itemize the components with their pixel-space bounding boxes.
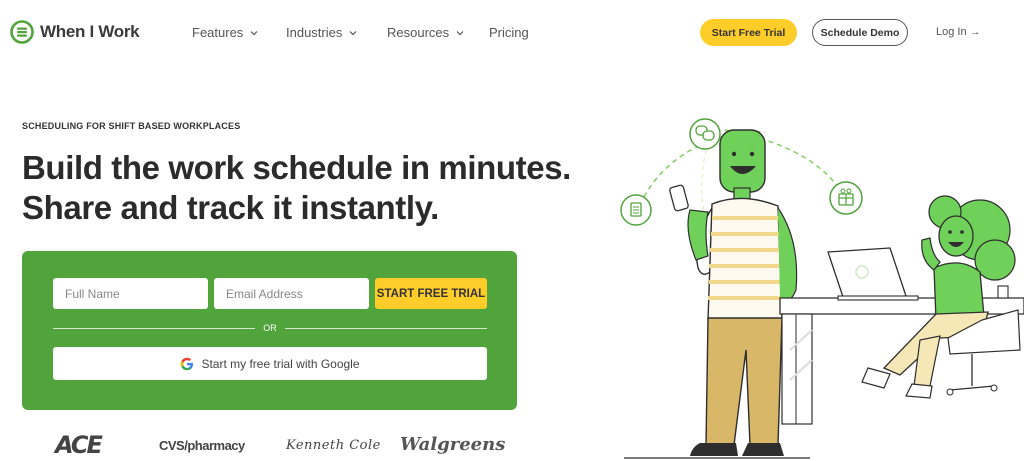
document-icon	[620, 194, 652, 226]
brand-logo[interactable]: When I Work	[10, 20, 140, 44]
google-signup-button[interactable]: Start my free trial with Google	[53, 347, 487, 380]
divider-line	[284, 327, 487, 329]
nav-resources[interactable]: Resources	[387, 25, 464, 40]
top-navigation: When I Work Features Industries Resource…	[0, 0, 1024, 64]
brand-name: When I Work	[40, 22, 140, 41]
chevron-down-icon	[349, 30, 357, 35]
full-name-input[interactable]	[53, 278, 208, 309]
nav-industries-label: Industries	[286, 25, 343, 40]
or-divider: OR	[53, 321, 487, 335]
start-free-trial-button[interactable]: Start Free Trial	[700, 19, 797, 46]
chevron-down-icon	[250, 30, 258, 35]
ace-logo: ACE	[55, 431, 103, 459]
coffee-cup	[997, 285, 1009, 299]
nav-pricing-label: Pricing	[489, 25, 529, 40]
nav-pricing[interactable]: Pricing	[489, 25, 529, 40]
cvs-pharmacy-logo: CVS/pharmacy	[159, 438, 245, 453]
when-i-work-logo-icon	[10, 20, 34, 44]
divider-line	[53, 327, 256, 329]
headline-line-2: Share and track it instantly.	[22, 189, 439, 226]
nav-features-label: Features	[192, 25, 244, 40]
walgreens-logo: Walgreens	[400, 434, 506, 455]
email-input[interactable]	[214, 278, 369, 309]
start-free-trial-submit-button[interactable]: START FREE TRIAL	[375, 278, 487, 309]
chevron-down-icon	[456, 30, 464, 35]
or-label: OR	[263, 323, 277, 333]
schedule-demo-button[interactable]: Schedule Demo	[812, 19, 908, 46]
hero-headline: Build the work schedule in minutes. Shar…	[22, 148, 571, 228]
nav-industries[interactable]: Industries	[286, 25, 357, 40]
kenneth-cole-logo: Kenneth Cole	[286, 438, 381, 453]
hero-eyebrow: SCHEDULING FOR SHIFT BASED WORKPLACES	[22, 121, 241, 131]
google-signup-label: Start my free trial with Google	[201, 356, 360, 371]
nav-features[interactable]: Features	[192, 25, 258, 40]
hero-illustration	[620, 118, 1024, 459]
standing-person	[669, 129, 798, 456]
nav-resources-label: Resources	[387, 25, 450, 40]
laptop	[827, 247, 919, 301]
gift-icon	[829, 181, 863, 215]
chat-bubbles-icon	[689, 118, 721, 150]
headline-line-1: Build the work schedule in minutes.	[22, 149, 571, 186]
signup-form: START FREE TRIAL OR Start my free trial …	[22, 251, 517, 410]
login-link[interactable]: Log In →	[936, 26, 981, 38]
google-icon	[181, 357, 194, 370]
